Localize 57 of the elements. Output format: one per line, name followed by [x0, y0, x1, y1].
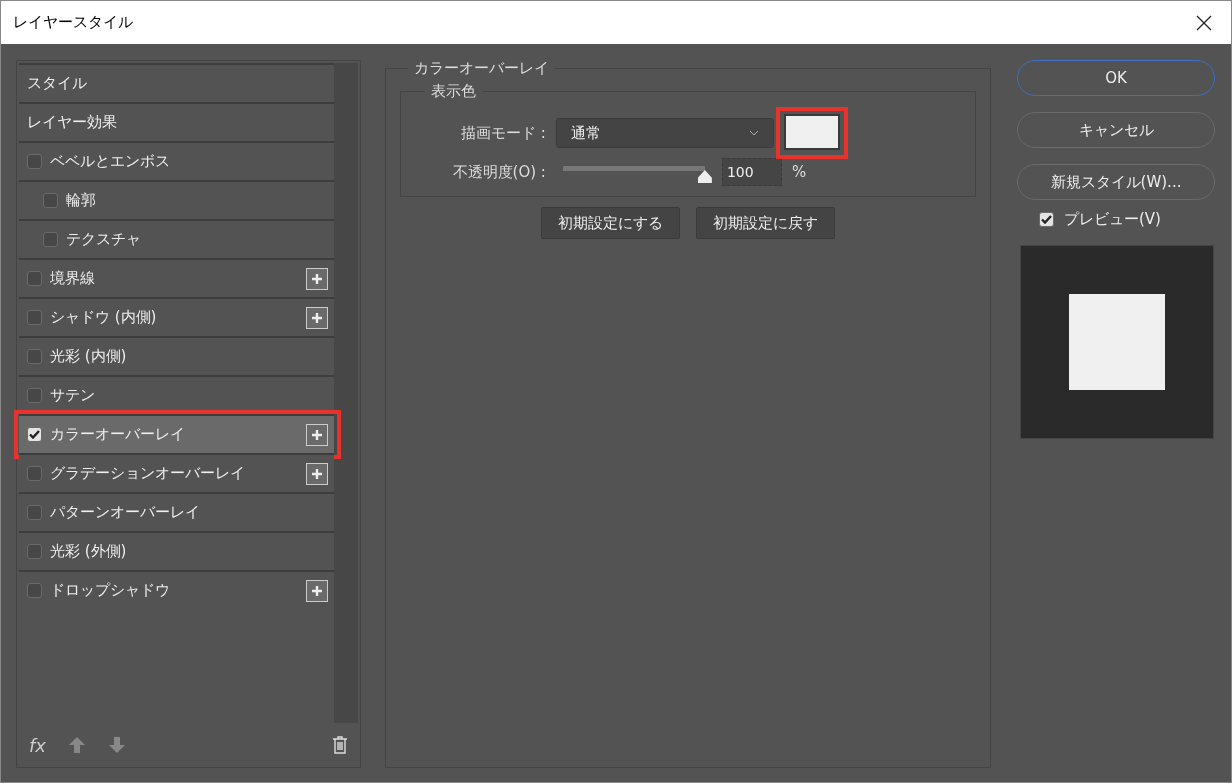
effect-label: 光彩 (内側)	[50, 347, 128, 366]
check-icon	[1041, 215, 1052, 224]
ok-button[interactable]: OK	[1017, 60, 1215, 96]
sidebar-heading[interactable]: レイヤー効果	[27, 113, 328, 132]
add-icon[interactable]	[305, 306, 328, 329]
effect-label: カラーオーバーレイ	[50, 425, 186, 444]
scrollbar[interactable]	[333, 63, 358, 723]
checkbox[interactable]	[27, 505, 42, 520]
color-swatch[interactable]	[783, 114, 840, 150]
unit-label: %	[791, 163, 807, 181]
checkbox[interactable]	[27, 154, 42, 169]
add-icon[interactable]	[305, 462, 328, 485]
cancel-button[interactable]: キャンセル	[1017, 112, 1215, 148]
blend-mode-dropdown[interactable]: 通常	[555, 118, 774, 148]
check-icon	[29, 430, 40, 439]
default-button[interactable]: 初期設定に戻す	[695, 207, 835, 239]
checkbox[interactable]	[27, 583, 42, 598]
preview-checkbox[interactable]	[1039, 212, 1054, 227]
section-title: カラーオーバーレイ	[407, 59, 555, 78]
checkbox[interactable]	[27, 544, 42, 559]
checkbox[interactable]	[27, 388, 42, 403]
effect-label: グラデーションオーバーレイ	[50, 464, 246, 483]
arrow-up-icon[interactable]	[68, 736, 86, 754]
checkbox[interactable]	[27, 271, 42, 286]
checkbox[interactable]	[27, 427, 42, 442]
effect-label: テクスチャ	[66, 230, 142, 249]
checkbox[interactable]	[27, 310, 42, 325]
checkbox[interactable]	[27, 466, 42, 481]
field-label: 描画モード :	[460, 123, 546, 143]
default-button[interactable]: 初期設定にする	[540, 207, 680, 239]
add-icon[interactable]	[305, 579, 328, 602]
add-icon[interactable]	[305, 423, 328, 446]
effect-label: サテン	[50, 386, 96, 405]
fx-button[interactable]: fx	[29, 734, 46, 756]
effect-label: ドロップシャドウ	[50, 581, 171, 600]
trash-icon[interactable]	[331, 736, 348, 754]
effect-label: ベベルとエンボス	[50, 152, 171, 171]
sidebar-heading[interactable]: スタイル	[27, 74, 328, 93]
preview-label: プレビュー(V)	[1064, 210, 1161, 229]
effect-label: シャドウ (内側)	[50, 308, 158, 327]
effect-label: 光彩 (外側)	[50, 542, 128, 561]
add-icon[interactable]	[305, 267, 328, 290]
effect-label: 境界線	[50, 269, 96, 288]
field-label: 不透明度(O) :	[451, 162, 546, 182]
slider-thumb[interactable]	[697, 170, 712, 183]
opacity-input[interactable]: 100	[721, 158, 782, 186]
new-style-button[interactable]: 新規スタイル(W)...	[1017, 164, 1215, 200]
arrow-down-icon[interactable]	[108, 736, 126, 754]
chevron-down-icon	[748, 130, 759, 136]
effect-row[interactable]: カラーオーバーレイ	[19, 414, 334, 453]
effect-label: パターンオーバーレイ	[50, 503, 201, 522]
effect-label: 輪郭	[66, 191, 97, 210]
checkbox[interactable]	[27, 349, 42, 364]
window-title: レイヤースタイル	[13, 13, 133, 32]
checkbox[interactable]	[43, 193, 58, 208]
checkbox[interactable]	[43, 232, 58, 247]
group-title: 表示色	[424, 82, 482, 101]
